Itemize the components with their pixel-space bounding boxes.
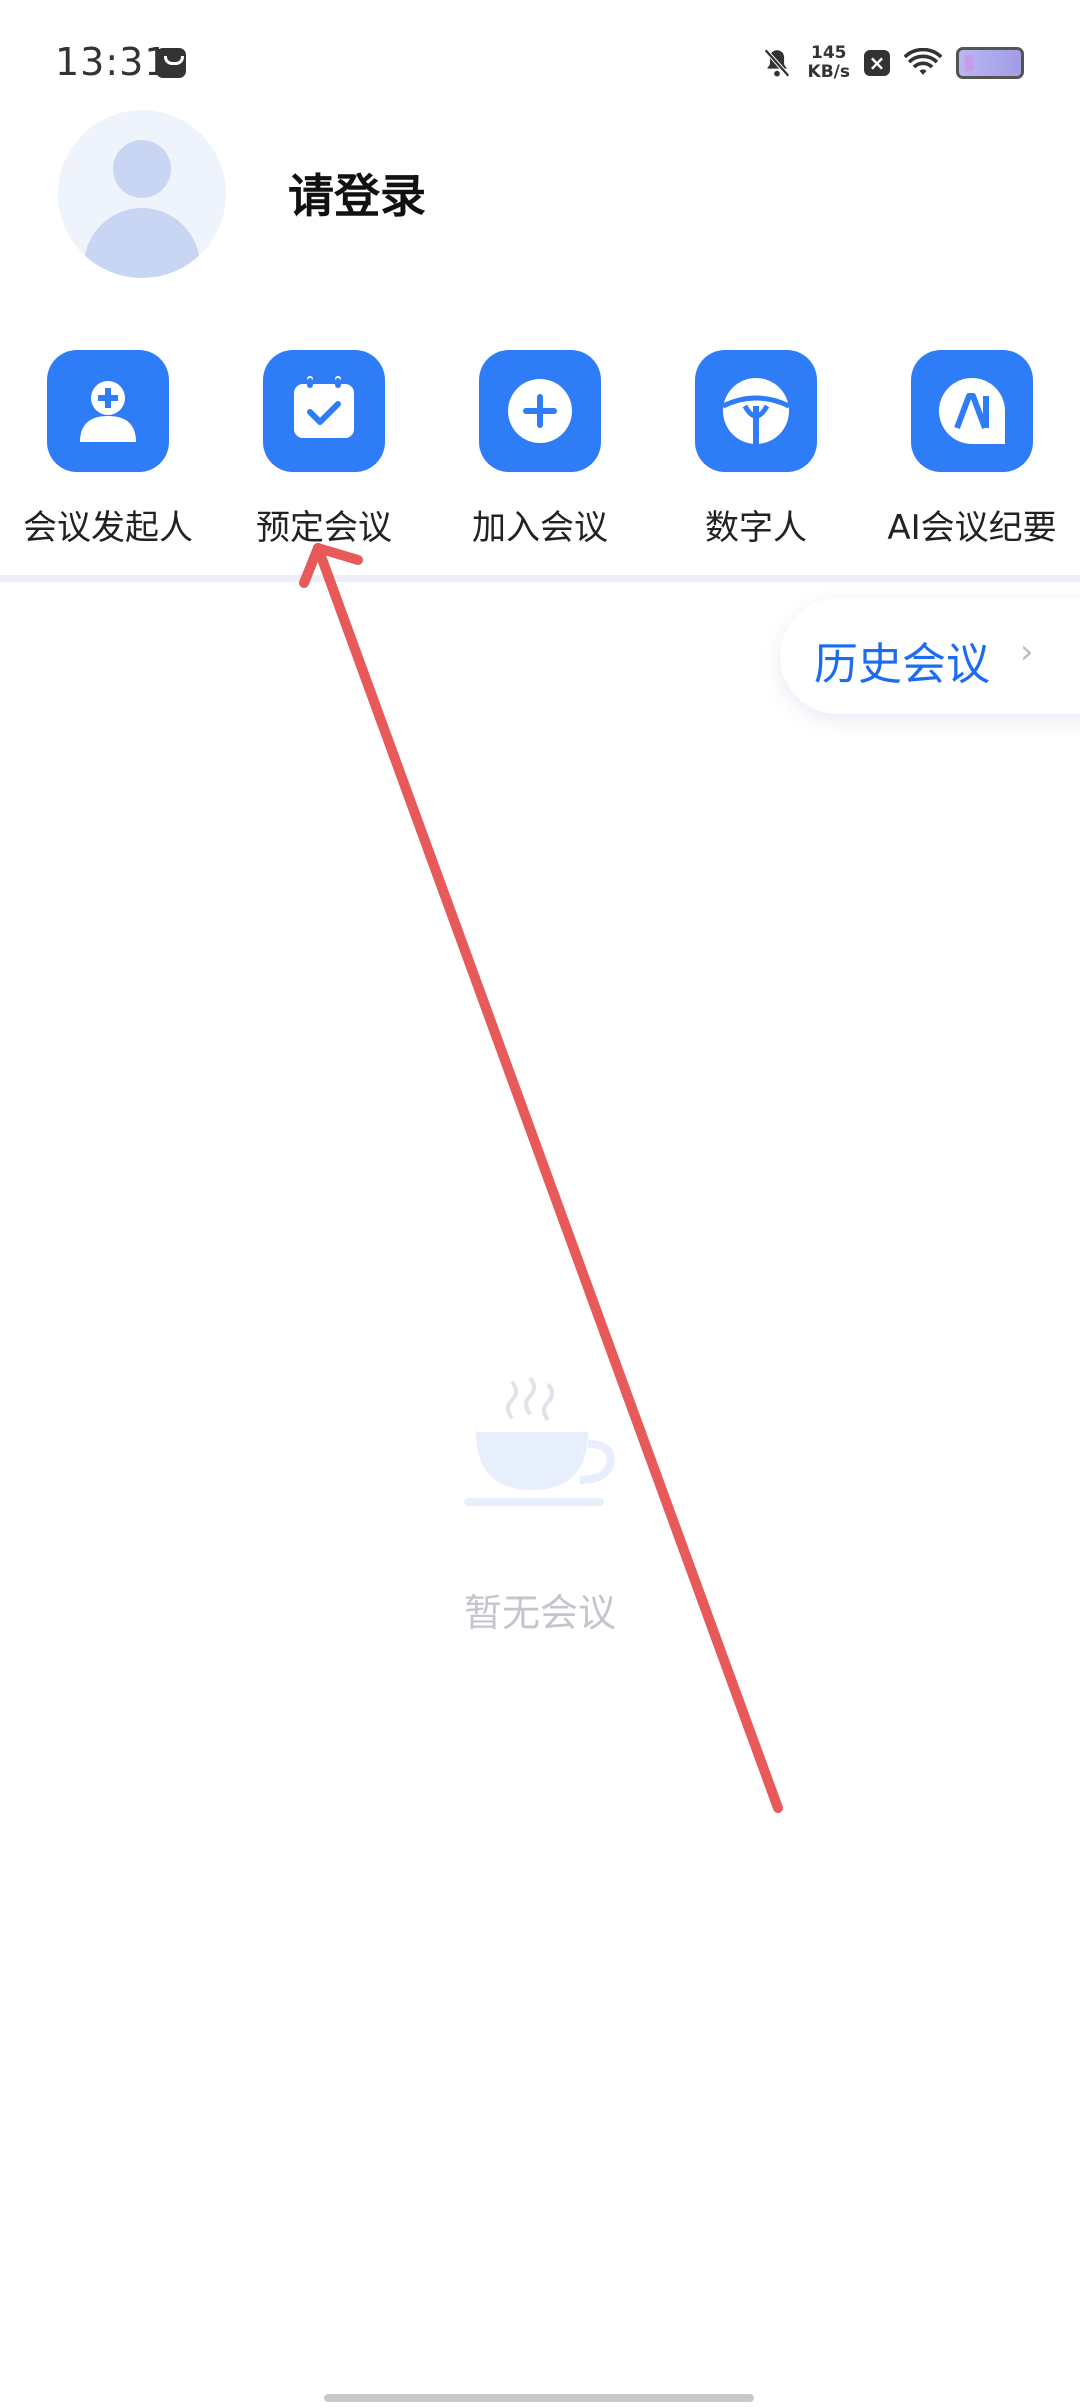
feature-label: 预定会议 — [256, 508, 392, 548]
feature-label: 加入会议 — [472, 508, 608, 548]
coffee-cup-icon — [464, 1376, 615, 1506]
feature-meeting-host[interactable]: 会议发起人 — [0, 350, 216, 549]
ai-icon — [911, 350, 1033, 472]
feature-label: 数字人 — [705, 508, 807, 548]
status-bar: 13:31 145 KB/s × — [0, 0, 1080, 126]
digital-human-icon — [695, 350, 817, 472]
notification-icon — [156, 48, 186, 78]
home-indicator[interactable] — [324, 2394, 754, 2402]
feature-digital-human[interactable]: 数字人 — [648, 350, 864, 549]
feature-label: AI会议纪要 — [887, 508, 1057, 548]
mute-bell-icon — [763, 48, 790, 78]
feature-join-meeting[interactable]: 加入会议 — [432, 350, 648, 549]
person-add-icon — [47, 350, 169, 472]
status-icons: 145 KB/s × — [760, 40, 1024, 86]
close-box-icon: × — [864, 50, 890, 76]
empty-state-text: 暂无会议 — [463, 1591, 616, 1635]
speed-value: 145 — [811, 43, 847, 63]
history-label: 历史会议 — [814, 639, 990, 690]
history-meetings-button[interactable]: 历史会议 › — [780, 598, 1080, 714]
wifi-icon — [904, 48, 942, 75]
feature-schedule-meeting[interactable]: 预定会议 — [216, 350, 432, 549]
plus-circle-icon — [479, 350, 601, 472]
calendar-check-icon — [263, 350, 385, 472]
avatar-head — [113, 140, 171, 198]
feature-row: 会议发起人 预定会议 加入会议 数字人 AI会议纪要 — [0, 350, 1080, 560]
feature-label: 会议发起人 — [23, 508, 193, 548]
network-speed: 145 KB/s — [808, 44, 850, 82]
feature-ai-minutes[interactable]: AI会议纪要 — [864, 350, 1080, 549]
section-divider — [0, 575, 1080, 582]
avatar-body — [84, 208, 200, 278]
battery-icon — [956, 47, 1024, 79]
avatar[interactable] — [58, 110, 226, 278]
speed-unit: KB/s — [807, 62, 850, 82]
status-time: 13:31 — [55, 40, 170, 84]
chevron-right-icon: › — [1020, 632, 1034, 672]
login-prompt[interactable]: 请登录 — [288, 160, 426, 226]
